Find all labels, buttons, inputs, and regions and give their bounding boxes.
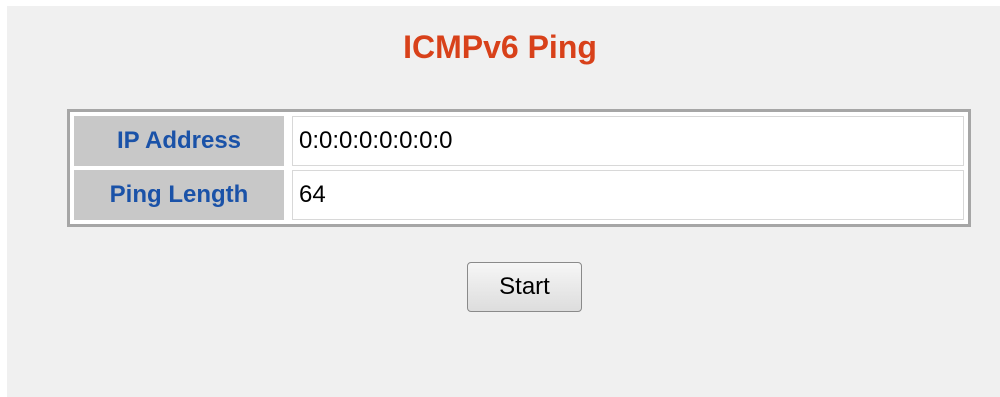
ip-address-row: IP Address (74, 116, 964, 166)
ping-length-row: Ping Length (74, 170, 964, 220)
ping-length-label: Ping Length (74, 170, 284, 220)
start-button[interactable]: Start (467, 262, 582, 312)
ping-length-cell (292, 170, 964, 220)
ping-form-table: IP Address Ping Length (67, 109, 971, 227)
page-title: ICMPv6 Ping (403, 29, 597, 65)
ping-length-input[interactable] (292, 170, 964, 220)
ip-address-label: IP Address (74, 116, 284, 166)
ip-address-cell (292, 116, 964, 166)
ip-address-input[interactable] (292, 116, 964, 166)
